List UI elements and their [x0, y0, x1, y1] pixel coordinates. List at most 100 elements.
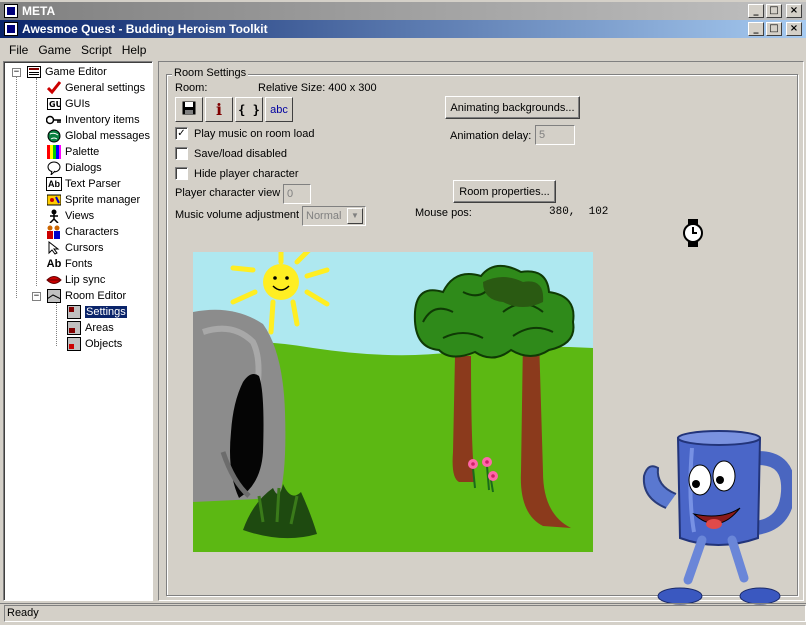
music-volume-label: Music volume adjustment: [175, 209, 300, 221]
mouse-pos-value: 380, 102: [549, 206, 609, 218]
tree-item-fonts[interactable]: Ab Fonts: [46, 256, 93, 272]
tree-item-inventory-items[interactable]: Inventory items: [46, 112, 140, 128]
animation-delay-label: Animation delay:: [450, 130, 532, 142]
tree-item-dialogs[interactable]: Dialogs: [46, 160, 102, 176]
tree-label: Game Editor: [45, 66, 107, 78]
outer-maximize-button[interactable]: □: [766, 4, 782, 18]
tree-label: Areas: [85, 322, 114, 334]
lips-icon: [46, 273, 62, 287]
font-icon: Ab: [46, 258, 62, 270]
tree-label: Views: [65, 210, 95, 222]
tree-item-general-settings[interactable]: General settings: [46, 80, 145, 96]
checkbox-checked[interactable]: ✓: [175, 127, 188, 140]
svg-text:GUI: GUI: [49, 100, 61, 109]
mouse-pos-label: Mouse pos:: [415, 207, 472, 219]
tree-item-areas[interactable]: Areas: [66, 320, 114, 336]
outer-window-title: META: [22, 4, 56, 18]
menu-script[interactable]: Script: [76, 43, 117, 57]
info-icon: i: [215, 100, 223, 119]
menu-help[interactable]: Help: [117, 43, 152, 57]
mug-mascot-image: [636, 428, 796, 611]
text-icon: abc: [270, 103, 288, 116]
checkbox-unchecked[interactable]: [175, 167, 188, 180]
editor-tree: − Game Editor General settings GUI GUIs …: [3, 61, 153, 601]
tree-label: Global messages: [65, 130, 150, 142]
tree-label: Objects: [85, 338, 123, 350]
tree-connector: [56, 302, 57, 346]
play-music-checkbox[interactable]: ✓ Play music on room load: [175, 127, 314, 140]
checkbox-label: Hide player character: [194, 167, 299, 180]
room-properties-button[interactable]: Room properties...: [453, 180, 556, 203]
room-editor-collapse-toggle[interactable]: −: [32, 292, 41, 301]
palette-icon: [46, 145, 62, 159]
tree-item-palette[interactable]: Palette: [46, 144, 99, 160]
checkbox-label: Save/load disabled: [194, 147, 287, 160]
tree-item-text-parser[interactable]: Ab Text Parser: [46, 176, 121, 192]
outer-close-button[interactable]: ×: [786, 4, 802, 18]
status-text: Ready: [4, 605, 806, 622]
tree-label: Dialogs: [65, 162, 102, 174]
relative-size-label: Relative Size: 400 x 300: [258, 82, 377, 94]
player-view-label: Player character view: [175, 187, 281, 199]
menu-bar: File Game Script Help: [0, 40, 806, 59]
app-icon: [4, 4, 18, 18]
close-button[interactable]: ×: [786, 22, 802, 36]
messages-tool-button[interactable]: abc: [265, 97, 293, 122]
globe-icon: [46, 129, 62, 143]
room-background-preview[interactable]: [193, 252, 593, 552]
menu-game[interactable]: Game: [33, 43, 76, 57]
tree-item-game-editor[interactable]: Game Editor: [26, 64, 107, 80]
tree-item-objects[interactable]: Objects: [66, 336, 122, 352]
gui-icon: GUI: [46, 97, 62, 111]
maximize-button[interactable]: □: [766, 22, 782, 36]
cursor-icon: [46, 241, 62, 255]
window-app-icon: [4, 22, 18, 36]
outer-title-bar: META _ □ ×: [0, 2, 806, 20]
chevron-down-icon[interactable]: ▼: [347, 208, 363, 224]
tree-item-global-messages[interactable]: Global messages: [46, 128, 150, 144]
root-collapse-toggle[interactable]: −: [12, 68, 21, 77]
objects-icon: [66, 337, 82, 351]
tree-item-room-editor[interactable]: Room Editor: [46, 288, 126, 304]
checkbox-label: Play music on room load: [194, 127, 315, 140]
braces-icon: { }: [238, 102, 260, 117]
tree-connector: [16, 76, 17, 298]
hide-player-checkbox[interactable]: Hide player character: [175, 167, 299, 180]
text-parser-icon: Ab: [46, 177, 62, 191]
tree-label: Sprite manager: [65, 194, 141, 206]
tree-label: General settings: [65, 82, 146, 94]
checkbox-unchecked[interactable]: [175, 147, 188, 160]
info-tool-button[interactable]: i: [205, 97, 233, 122]
tree-item-views[interactable]: Views: [46, 208, 94, 224]
tree-label: GUIs: [65, 98, 91, 110]
minimize-button[interactable]: _: [748, 22, 764, 36]
views-icon: [46, 209, 62, 223]
animating-backgrounds-button[interactable]: Animating backgrounds...: [445, 96, 580, 119]
script-tool-button[interactable]: { }: [235, 97, 263, 122]
game-editor-icon: [26, 65, 42, 79]
music-volume-value: Normal: [306, 210, 342, 222]
tree-label: Cursors: [65, 242, 104, 254]
player-view-field[interactable]: 0: [283, 184, 311, 204]
floppy-disk-icon: [182, 101, 196, 118]
outer-minimize-button[interactable]: _: [748, 4, 764, 18]
menu-file[interactable]: File: [4, 43, 33, 57]
tree-item-lip-sync[interactable]: Lip sync: [46, 272, 105, 288]
tree-label: Inventory items: [65, 114, 140, 126]
tree-item-characters[interactable]: Characters: [46, 224, 119, 240]
tree-item-cursors[interactable]: Cursors: [46, 240, 104, 256]
save-tool-button[interactable]: [175, 97, 203, 122]
animation-delay-field[interactable]: 5: [535, 125, 575, 145]
save-load-disabled-checkbox[interactable]: Save/load disabled: [175, 147, 287, 160]
tree-label: Fonts: [65, 258, 93, 270]
characters-icon: [46, 225, 62, 239]
speech-bubble-icon: [46, 161, 62, 175]
tree-label: Settings: [84, 305, 128, 319]
tree-item-settings[interactable]: Settings: [66, 304, 128, 320]
tree-item-guis[interactable]: GUI GUIs: [46, 96, 90, 112]
settings-room-icon: [66, 305, 82, 319]
tree-label: Palette: [65, 146, 100, 158]
sprite-icon: [46, 193, 62, 207]
room-settings-title: Room Settings: [172, 67, 249, 79]
tree-item-sprite-manager[interactable]: Sprite manager: [46, 192, 140, 208]
